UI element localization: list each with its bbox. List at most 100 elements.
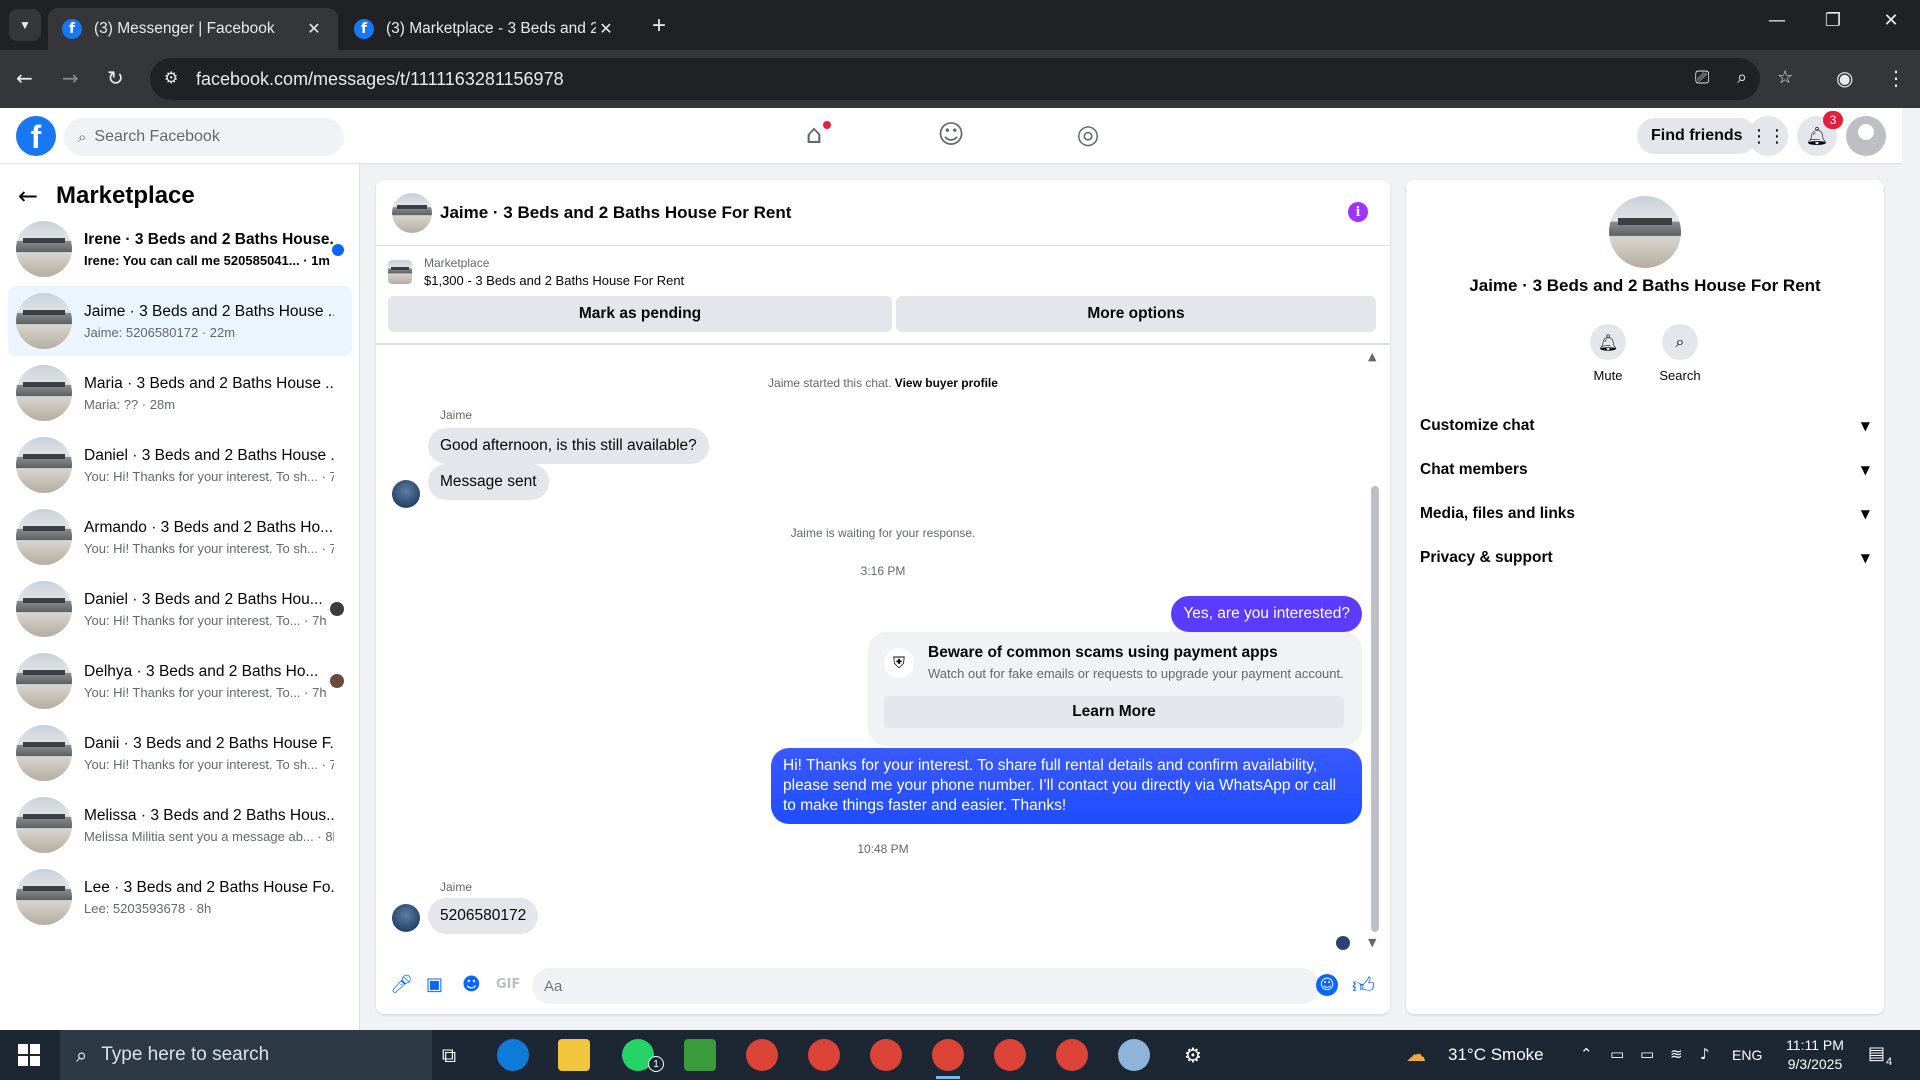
bookmark-star-icon[interactable]: ☆ (1777, 67, 1793, 88)
conversation-item[interactable]: Daniel · 3 Beds and 2 Baths Hou... You: … (8, 574, 352, 644)
mark-pending-button[interactable]: Mark as pending (388, 296, 892, 332)
back-icon[interactable]: ← (16, 66, 33, 90)
section-privacy-support[interactable]: Privacy & support ▼ (1420, 536, 1870, 580)
conversation-item[interactable]: Jaime · 3 Beds and 2 Baths House ... Jai… (8, 286, 352, 356)
listing-summary[interactable]: Marketplace $1,300 - 3 Beds and 2 Baths … (388, 256, 684, 288)
sender-avatar[interactable] (392, 904, 420, 932)
section-customize-chat[interactable]: Customize chat ▼ (1420, 404, 1870, 448)
incoming-message[interactable]: 5206580172 (428, 898, 539, 934)
search-action[interactable]: ⌕ Search (1650, 324, 1710, 383)
weather-text[interactable]: 31°C Smoke (1448, 1045, 1544, 1065)
show-hidden-icons-chevron-icon[interactable]: ⌃ (1580, 1045, 1593, 1063)
incoming-message[interactable]: Good afternoon, is this still available? (428, 428, 709, 464)
tab-messenger[interactable]: f (3) Messenger | Facebook ✕ (48, 8, 338, 50)
forward-icon[interactable]: → (62, 66, 79, 90)
spreadsheet-app-icon[interactable] (684, 1039, 716, 1071)
conversation-item[interactable]: Armando · 3 Beds and 2 Baths Ho... You: … (8, 502, 352, 572)
chrome-profile-icon[interactable] (870, 1039, 902, 1071)
chrome-profile-icon[interactable] (994, 1039, 1026, 1071)
conversation-item[interactable]: Melissa · 3 Beds and 2 Baths Hous... Mel… (8, 790, 352, 860)
chat-title[interactable]: Jaime · 3 Beds and 2 Baths House For Ren… (440, 203, 791, 223)
conversation-item[interactable]: Daniel · 3 Beds and 2 Baths House ... Yo… (8, 430, 352, 500)
conversation-item[interactable]: Lee · 3 Beds and 2 Baths House Fo... Lee… (8, 862, 352, 932)
photo-icon[interactable]: ▣ (426, 974, 443, 995)
site-info-icon[interactable]: ⚙ (164, 68, 178, 87)
find-friends-button[interactable]: Find friends (1637, 118, 1757, 154)
windows-start-icon[interactable] (18, 1044, 40, 1066)
section-chat-members[interactable]: Chat members ▼ (1420, 448, 1870, 492)
incoming-message[interactable]: Message sent (428, 464, 549, 500)
address-bar[interactable]: ⚙ facebook.com/messages/t/11111632811569… (150, 58, 1793, 100)
system-clock[interactable]: 11:11 PM 9/3/2025 (1770, 1036, 1860, 1074)
facebook-search[interactable]: ⌕ Search Facebook (64, 118, 344, 156)
learn-more-button[interactable]: Learn More (884, 696, 1344, 728)
restore-icon[interactable]: ❐ (1818, 10, 1848, 31)
reload-icon[interactable]: ↻ (107, 66, 124, 90)
microphone-icon[interactable]: 🎤︎ (390, 974, 413, 995)
profile-icon[interactable]: ◉ (1836, 66, 1853, 90)
thumbs-up-icon[interactable]: 👍︎ (1352, 972, 1375, 999)
sender-avatar[interactable] (392, 480, 420, 508)
chrome-profile-icon[interactable] (746, 1039, 778, 1071)
settings-gear-icon[interactable]: ⚙ (1180, 1043, 1206, 1067)
paint-app-icon[interactable] (1118, 1039, 1150, 1071)
conversation-item[interactable]: Maria · 3 Beds and 2 Baths House ... Mar… (8, 358, 352, 428)
message-input[interactable] (532, 968, 1320, 1004)
emoji-icon[interactable]: ☺ (1316, 974, 1338, 996)
browser-menu-icon[interactable]: ⋮ (1886, 66, 1906, 90)
gif-icon[interactable]: GIF (496, 977, 520, 992)
task-view-icon[interactable]: ⧉ (436, 1043, 462, 1067)
minimize-icon[interactable]: — (1762, 10, 1792, 31)
chrome-active-icon[interactable] (932, 1039, 964, 1079)
file-explorer-icon[interactable] (558, 1039, 590, 1071)
install-app-icon[interactable]: ⎚ (1695, 67, 1709, 88)
conversation-snippet: You: Hi! Thanks for your interest. To...… (84, 684, 327, 700)
friends-icon[interactable]: ☺ (931, 120, 971, 152)
close-window-icon[interactable]: ✕ (1876, 10, 1906, 31)
groups-icon[interactable]: ◎ (1068, 120, 1108, 152)
bell-icon[interactable]: 🔔︎ (1590, 324, 1626, 360)
page-scrollbar[interactable] (1902, 108, 1920, 1030)
wifi-icon[interactable]: ≋ (1670, 1045, 1683, 1063)
battery-icon[interactable]: ▭ (1640, 1045, 1654, 1063)
url-text[interactable]: facebook.com/messages/t/1111163281156978 (196, 69, 564, 90)
mute-action[interactable]: 🔔︎ Mute (1578, 324, 1638, 383)
scroll-down-icon[interactable]: ▼ (1368, 936, 1376, 949)
outgoing-message[interactable]: Yes, are you interested? (1171, 596, 1362, 632)
account-avatar[interactable] (1846, 116, 1886, 156)
conversation-snippet: Lee: 5203593678 · 8h (84, 900, 212, 916)
view-buyer-profile-link[interactable]: View buyer profile (895, 376, 998, 390)
sticker-icon[interactable]: ☻ (462, 974, 481, 995)
chat-scrollbar[interactable] (1371, 486, 1379, 932)
notification-center-icon[interactable]: ▤ (1868, 1043, 1885, 1064)
edge-icon[interactable] (497, 1039, 529, 1071)
taskbar-search[interactable]: ⌕ Type here to search (60, 1030, 432, 1080)
conversation-name: Jaime · 3 Beds and 2 Baths House ... (84, 302, 334, 320)
chrome-profile-icon[interactable] (1056, 1039, 1088, 1071)
conversation-item[interactable]: Danii · 3 Beds and 2 Baths House F... Yo… (8, 718, 352, 788)
scroll-up-icon[interactable]: ▲ (1368, 350, 1376, 363)
section-media-files-links[interactable]: Media, files and links ▼ (1420, 492, 1870, 536)
back-arrow-icon[interactable]: ← (18, 182, 38, 210)
close-tab-icon[interactable]: ✕ (596, 19, 616, 39)
chat-avatar[interactable] (392, 192, 432, 233)
tab-marketplace[interactable]: f (3) Marketplace - 3 Beds and 2 ✕ (340, 8, 630, 50)
weather-icon[interactable]: ☁ (1406, 1042, 1426, 1066)
listing-thumbnail (16, 797, 72, 853)
language-indicator[interactable]: ENG (1732, 1047, 1762, 1063)
close-tab-icon[interactable]: ✕ (304, 19, 324, 39)
search-icon[interactable]: ⌕ (1662, 324, 1698, 360)
info-icon[interactable]: i (1348, 202, 1368, 222)
more-options-button[interactable]: More options (896, 296, 1376, 332)
volume-icon[interactable]: ♪ (1700, 1045, 1710, 1063)
new-tab-icon[interactable]: + (652, 12, 666, 40)
meet-icon[interactable]: ▭ (1610, 1045, 1624, 1063)
tab-search-chevron-icon[interactable]: ▼ (9, 9, 41, 41)
conversation-item[interactable]: Irene · 3 Beds and 2 Baths House... Iren… (8, 214, 352, 284)
menu-grid-icon[interactable]: ⋮⋮ (1748, 116, 1788, 156)
chrome-profile-icon[interactable] (808, 1039, 840, 1071)
conversation-item[interactable]: Delhya · 3 Beds and 2 Baths Ho... You: H… (8, 646, 352, 716)
outgoing-message[interactable]: Hi! Thanks for your interest. To share f… (771, 748, 1362, 824)
zoom-icon[interactable]: ⌕ (1737, 67, 1747, 88)
facebook-logo[interactable]: f (16, 116, 56, 156)
